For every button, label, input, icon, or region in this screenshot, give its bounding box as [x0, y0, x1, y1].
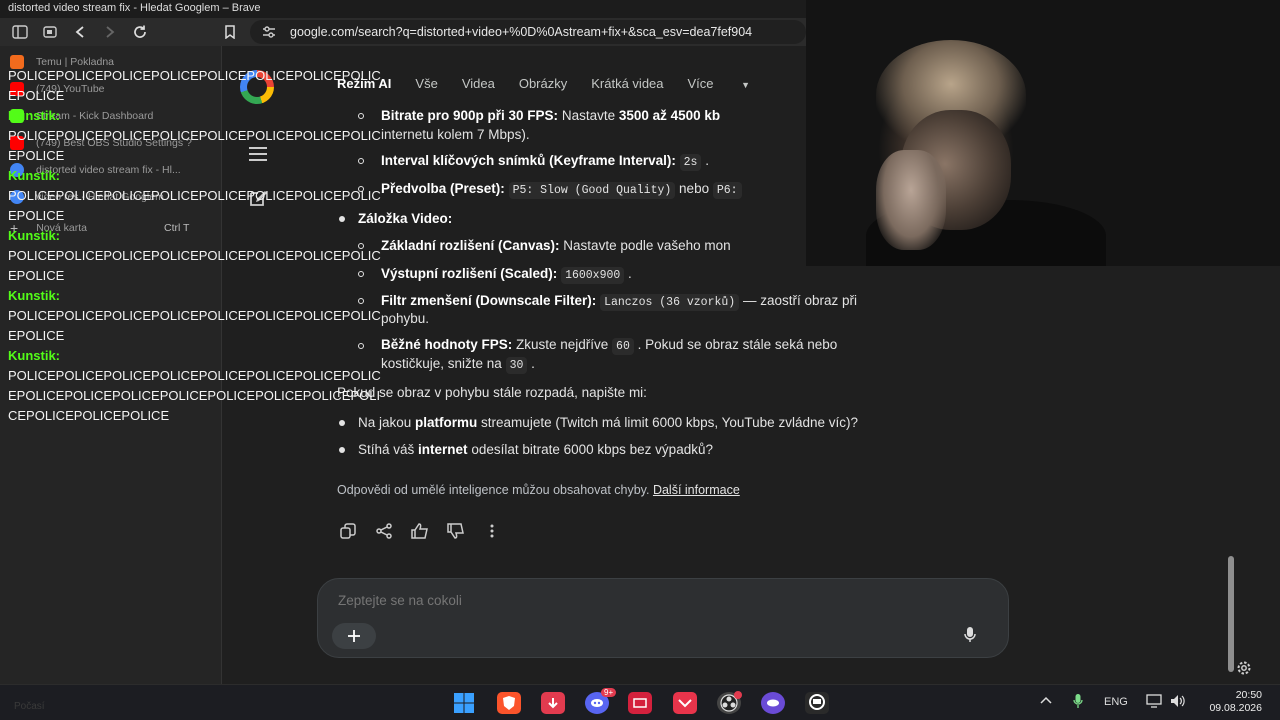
tab-videos[interactable]: Videa: [462, 76, 495, 91]
chat-message: Kunstik: POLICEPOLICEPOLICEPOLICEPOLICEPO…: [8, 166, 388, 226]
tab-all[interactable]: Vše: [415, 76, 437, 91]
microphone-tray-icon[interactable]: [1073, 694, 1083, 713]
chat-message: Kunstik: POLICEPOLICEPOLICEPOLICEPOLICEPO…: [8, 226, 388, 286]
discord-badge: 9+: [601, 688, 617, 697]
stream-chat-overlay: POLICEPOLICEPOLICEPOLICEPOLICEPOLICEPOLI…: [8, 66, 388, 426]
ask-box: [317, 578, 1009, 658]
window-title-bar: distorted video stream fix - Hledat Goog…: [0, 0, 806, 18]
answer-line: internetu kolem 7 Mbps).: [381, 127, 530, 142]
answer-actions: [339, 522, 501, 540]
chat-text: POLICEPOLICEPOLICEPOLICEPOLICEPOLICEPOLI…: [8, 68, 381, 103]
app-red-icon[interactable]: [541, 692, 565, 714]
app-red2-icon[interactable]: [628, 692, 652, 714]
answer-line: pohybu.: [381, 311, 430, 326]
copy-icon[interactable]: [339, 522, 357, 540]
windows-start-icon[interactable]: [452, 692, 476, 714]
answer-line: Filtr zmenšení (Downscale Filter): Lancz…: [381, 293, 857, 311]
tab-short-videos[interactable]: Krátká videa: [591, 76, 663, 91]
answer-line: Interval klíčových snímků (Keyframe Inte…: [381, 153, 709, 171]
chat-username: Kunstik:: [8, 168, 60, 183]
add-attachment-button[interactable]: [332, 623, 376, 649]
more-options-icon[interactable]: [483, 522, 501, 540]
chat-message: POLICEPOLICEPOLICEPOLICEPOLICEPOLICEPOLI…: [8, 66, 388, 106]
chat-message: Kunstik: POLICEPOLICEPOLICEPOLICEPOLICEPO…: [8, 286, 388, 346]
clock-date: 09.08.2026: [1209, 702, 1262, 714]
chat-text: POLICEPOLICEPOLICEPOLICEPOLICEPOLICEPOLI…: [8, 128, 381, 163]
bullet-icon: [339, 447, 345, 453]
bookmark-icon[interactable]: [220, 22, 240, 42]
answer-line: Běžné hodnoty FPS: Zkuste nejdříve 60 . …: [381, 337, 838, 355]
tab-groups-icon[interactable]: [40, 22, 60, 42]
answer-line: kostičkuje, snižte na 30 .: [381, 356, 535, 374]
browser-toolbar: google.com/search?q=distorted+video+%0D%…: [0, 18, 806, 46]
answer-line: Na jakou platformu streamujete (Twitch m…: [358, 415, 858, 430]
weather-widget[interactable]: Počasí: [14, 701, 45, 712]
brave-icon[interactable]: [497, 692, 521, 714]
sidebar-toggle-icon[interactable]: [10, 22, 30, 42]
chevron-down-icon: ▼: [741, 80, 751, 90]
chat-text: POLICEPOLICEPOLICEPOLICEPOLICEPOLICEPOLI…: [8, 368, 381, 423]
search-tabs: Režim AI Vše Videa Obrázky Krátká videa …: [337, 76, 798, 91]
answer-line: Předvolba (Preset): P5: Slow (Good Quali…: [381, 181, 742, 199]
windows-taskbar: Počasí 9+ ENG 20:50 09.08.2026: [0, 684, 1280, 720]
ask-input[interactable]: [338, 593, 938, 608]
chat-username: Kunstik:: [8, 288, 60, 303]
scrollbar-thumb[interactable]: [1228, 556, 1234, 672]
chat-message: Kunstik: POLICEPOLICEPOLICEPOLICEPOLICEPO…: [8, 346, 388, 426]
volume-icon[interactable]: [1170, 694, 1186, 711]
back-icon[interactable]: [70, 22, 90, 42]
reload-icon[interactable]: [130, 22, 150, 42]
chat-username: Kunstik:: [8, 108, 60, 123]
chat-username: Kunstik:: [8, 348, 60, 363]
site-settings-icon[interactable]: [262, 25, 276, 42]
clock-time: 20:50: [1235, 689, 1262, 701]
thumbs-up-icon[interactable]: [411, 522, 429, 540]
forward-icon[interactable]: [100, 22, 120, 42]
tray-chevron-up-icon[interactable]: [1040, 695, 1052, 708]
window-title: distorted video stream fix - Hledat Goog…: [8, 2, 261, 14]
network-icon[interactable]: [1146, 694, 1162, 711]
app-purple-icon[interactable]: [761, 692, 785, 714]
app-chat-icon[interactable]: [805, 692, 829, 714]
language-indicator[interactable]: ENG: [1104, 696, 1128, 708]
answer-line: Stíhá váš internet odesílat bitrate 6000…: [358, 442, 713, 457]
chat-text: POLICEPOLICEPOLICEPOLICEPOLICEPOLICEPOLI…: [8, 188, 381, 223]
webcam-overlay: [806, 0, 1280, 266]
chat-username: Kunstik:: [8, 228, 60, 243]
answer-line: Základní rozlišení (Canvas): Nastavte po…: [381, 238, 731, 253]
answer-line: Výstupní rozlišení (Scaled): 1600x900 .: [381, 266, 632, 284]
webcam-hand: [876, 150, 946, 250]
tab-more[interactable]: Více ▼: [688, 76, 775, 91]
tab-images[interactable]: Obrázky: [519, 76, 567, 91]
notification-dot: [734, 691, 742, 699]
answer-line: Bitrate pro 900p při 30 FPS: Nastavte 35…: [381, 108, 721, 123]
microphone-icon[interactable]: [964, 627, 976, 648]
app-red3-icon[interactable]: [673, 692, 697, 714]
chat-text: POLICEPOLICEPOLICEPOLICEPOLICEPOLICEPOLI…: [8, 248, 381, 283]
more-info-link[interactable]: Další informace: [653, 483, 740, 497]
address-bar[interactable]: google.com/search?q=distorted+video+%0D%…: [250, 20, 806, 44]
gear-icon[interactable]: [1236, 660, 1252, 681]
ai-disclaimer: Odpovědi od umělé inteligence můžou obsa…: [337, 483, 740, 497]
clock[interactable]: 20:50 09.08.2026: [1200, 689, 1262, 715]
chat-message: Kunstik: POLICEPOLICEPOLICEPOLICEPOLICEPO…: [8, 106, 388, 166]
url-text: google.com/search?q=distorted+video+%0D%…: [290, 25, 753, 39]
share-icon[interactable]: [375, 522, 393, 540]
chat-text: POLICEPOLICEPOLICEPOLICEPOLICEPOLICEPOLI…: [8, 308, 381, 343]
thumbs-down-icon[interactable]: [447, 522, 465, 540]
